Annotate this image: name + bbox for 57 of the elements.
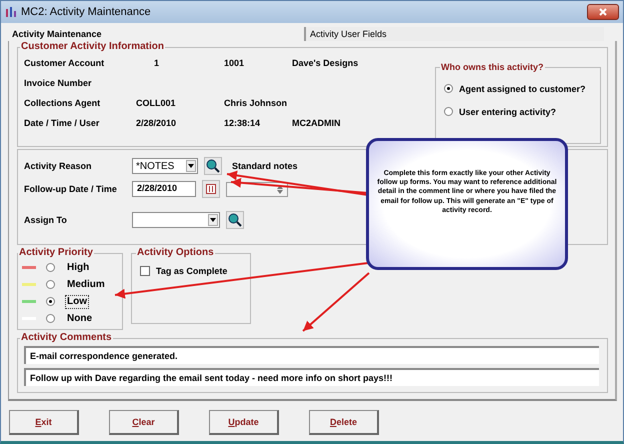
search-button[interactable] [226, 211, 244, 229]
checkbox-label: Tag as Complete [156, 265, 228, 277]
dropdown[interactable]: *NOTES [132, 158, 198, 174]
field-label: Follow-up Date / Time [24, 183, 118, 195]
radio-button[interactable] [46, 297, 55, 306]
reason-description: Standard notes [232, 160, 298, 172]
field-value: 1001 [224, 57, 246, 69]
caret-icon [188, 164, 194, 168]
radio-button[interactable] [444, 107, 453, 116]
comment-field[interactable]: E-mail correspondence generated. [24, 346, 599, 364]
search-button[interactable] [204, 157, 222, 175]
action-button[interactable]: Delete [309, 410, 379, 435]
field-label: Customer Account [24, 57, 106, 69]
calendar-icon [206, 184, 216, 194]
field-label: Activity Reason [24, 160, 93, 172]
radio-button[interactable] [444, 84, 453, 93]
field-value: 1 [153, 57, 160, 69]
radio-label: None [66, 312, 93, 326]
radio-label: High [66, 260, 90, 274]
field-label: Date / Time / User [24, 117, 100, 129]
app-icon [5, 6, 17, 18]
field-label: Collections Agent [24, 97, 102, 109]
field-label: Invoice Number [24, 77, 93, 89]
radio-button[interactable] [46, 314, 55, 323]
radio-button[interactable] [46, 280, 55, 289]
action-button[interactable]: Exit [9, 410, 79, 435]
radio-button[interactable] [46, 263, 55, 272]
action-button[interactable]: Clear [109, 410, 179, 435]
group-title: Activity Comments [20, 332, 113, 344]
radio-label: Medium [66, 278, 106, 292]
caret-icon [210, 218, 216, 222]
window-title: MC2: Activity Maintenance [21, 6, 152, 18]
field-value: Chris Johnson [224, 97, 288, 109]
calendar-button[interactable] [202, 180, 220, 198]
date-field[interactable]: 2/28/2010 [132, 181, 196, 197]
field-value: 2/28/2010 [136, 117, 178, 129]
radio-label: User entering activity? [459, 106, 556, 118]
group-title: Customer Activity Information [20, 41, 165, 53]
dropdown[interactable] [132, 212, 220, 228]
field-value: MC2ADMIN [292, 117, 342, 129]
search-icon [206, 159, 220, 173]
radio-label: Low [65, 294, 89, 308]
tab[interactable]: Activity User Fields [304, 27, 604, 41]
close-icon [599, 8, 607, 16]
group-title: Who owns this activity? [440, 61, 545, 73]
field-label: Assign To [24, 214, 68, 226]
radio-label: Agent assigned to customer? [459, 82, 586, 94]
action-button[interactable]: Update [209, 410, 279, 435]
group-title: Activity Options [136, 247, 215, 259]
field-value: 12:38:14 [224, 117, 262, 129]
checkbox[interactable] [140, 266, 150, 276]
close-button[interactable] [587, 4, 619, 20]
field-value: COLL001 [136, 97, 177, 109]
comment-field[interactable]: Follow up with Dave regarding the email sent today - need more info on short pays!!! [24, 368, 599, 386]
group-title: Activity Priority [18, 247, 94, 259]
field-value: Dave's Designs [292, 57, 358, 69]
search-icon [228, 213, 242, 227]
